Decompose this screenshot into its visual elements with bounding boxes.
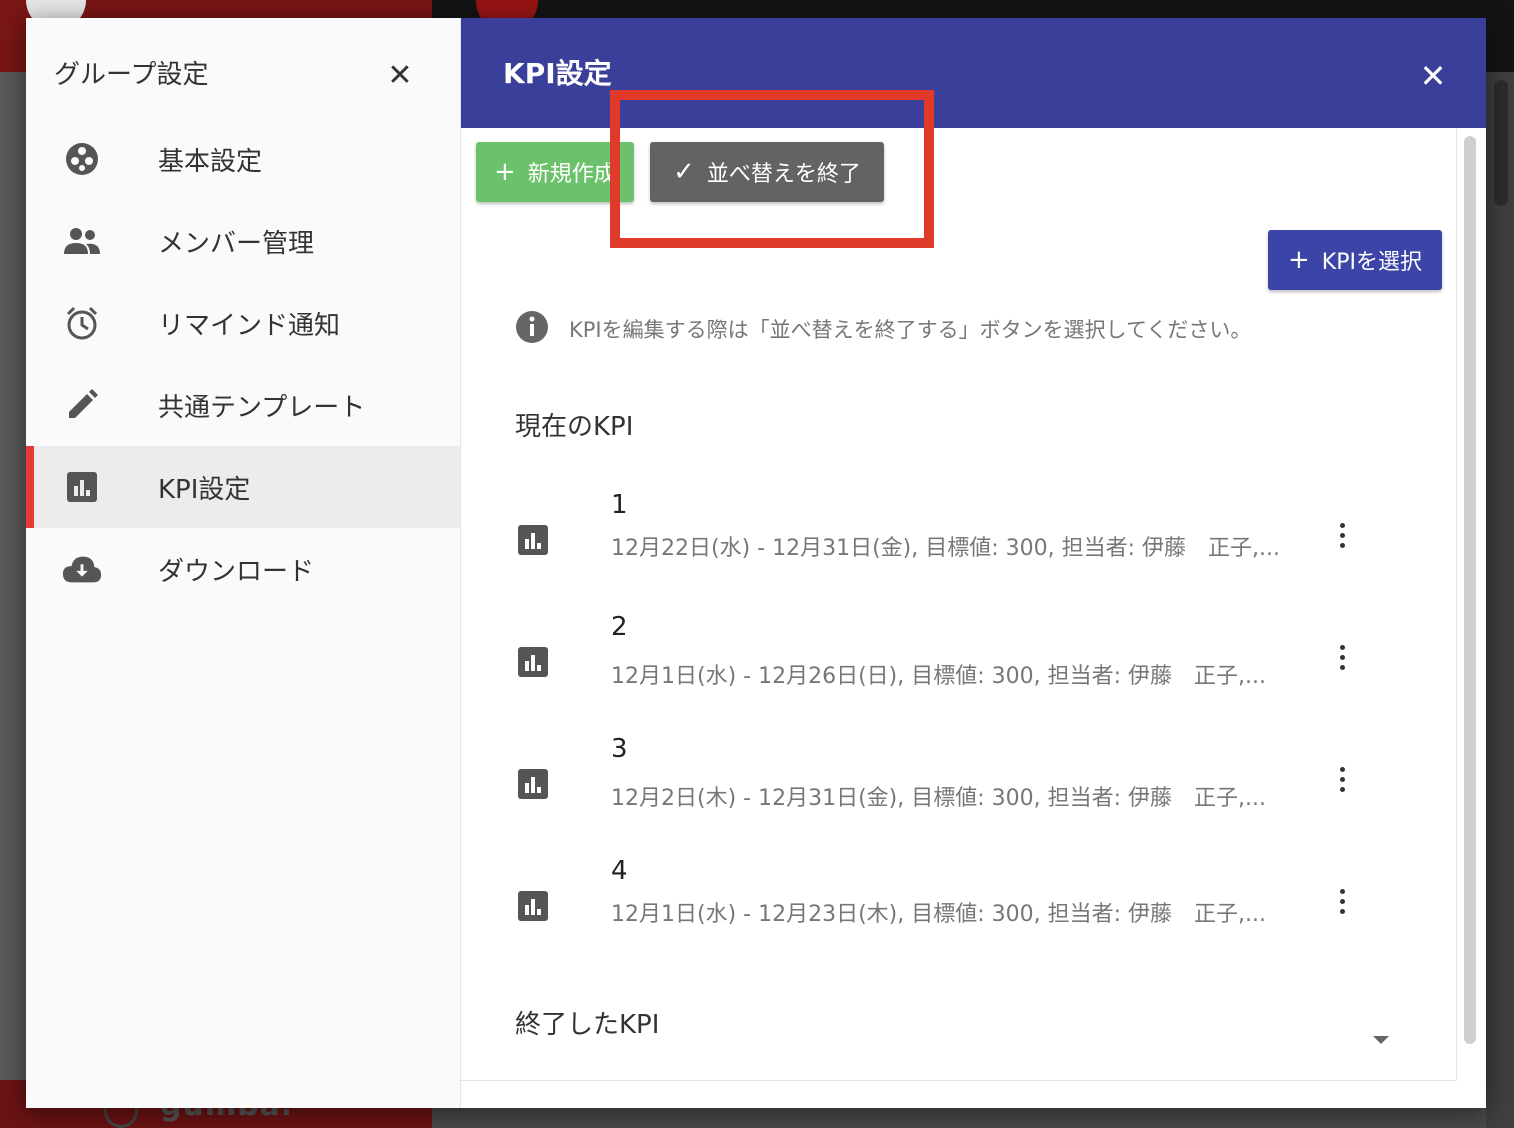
info-icon: [515, 310, 549, 348]
finish-sort-button[interactable]: ✓ 並べ替えを終了: [650, 142, 884, 202]
bar-chart-icon: [517, 768, 551, 802]
more-vert-icon[interactable]: [1327, 876, 1357, 926]
kpi-list-item[interactable]: 2 12月1日(水) - 12月26日(日), 目標値: 300, 担当者: 伊…: [515, 612, 1355, 722]
content-scrollbar[interactable]: [1464, 136, 1476, 1044]
kpi-name: 1: [611, 490, 628, 520]
page-title: KPI設定: [503, 57, 612, 90]
kpi-list-item[interactable]: 4 12月1日(水) - 12月23日(木), 目標値: 300, 担当者: 伊…: [515, 856, 1355, 966]
new-kpi-button[interactable]: + 新規作成: [476, 142, 634, 202]
alarm-clock-icon: [62, 303, 102, 343]
sidebar-item-remind-notification[interactable]: リマインド通知: [26, 282, 460, 364]
pencil-icon: [62, 385, 102, 425]
kpi-detail: 12月1日(水) - 12月23日(木), 目標値: 300, 担当者: 伊藤 …: [611, 902, 1266, 927]
sidebar-item-label: 共通テンプレート: [158, 392, 366, 423]
info-text: KPIを編集する際は「並べ替えを終了する」ボタンを選択してください。: [569, 318, 1252, 342]
dialog-close-button[interactable]: ✕: [1411, 54, 1455, 98]
bar-chart-icon: [62, 467, 102, 507]
sidebar-item-member-management[interactable]: メンバー管理: [26, 200, 460, 282]
kpi-detail: 12月22日(水) - 12月31日(金), 目標値: 300, 担当者: 伊藤…: [611, 536, 1280, 561]
kpi-name: 3: [611, 734, 628, 764]
sidebar-title: グループ設定: [54, 60, 209, 90]
kpi-list-item[interactable]: 3 12月2日(木) - 12月31日(金), 目標値: 300, 担当者: 伊…: [515, 734, 1355, 844]
group-settings-dialog: グループ設定 ✕ 基本設定 メンバー管理 リマインド通知 共通テンプレート KP…: [26, 18, 1486, 1108]
people-icon: [62, 221, 102, 261]
background-overlay-right: [1486, 72, 1514, 1128]
background-overlay-left: [0, 72, 26, 1080]
sidebar-item-kpi-settings[interactable]: KPI設定: [26, 446, 460, 528]
bar-chart-icon: [517, 646, 551, 680]
sidebar-item-label: リマインド通知: [158, 310, 341, 341]
kpi-settings-content: + 新規作成 ✓ 並べ替えを終了 + KPIを選択 KPIを編集する際は「並べ替…: [461, 128, 1456, 1078]
sidebar-item-basic-settings[interactable]: 基本設定: [26, 118, 460, 200]
sidebar-item-label: 基本設定: [158, 146, 263, 177]
kpi-list-item[interactable]: 1 12月22日(水) - 12月31日(金), 目標値: 300, 担当者: …: [515, 490, 1355, 600]
more-vert-icon[interactable]: [1327, 754, 1357, 804]
sidebar-item-common-template[interactable]: 共通テンプレート: [26, 364, 460, 446]
kpi-name: 4: [611, 856, 628, 886]
kpi-settings-header: KPI設定 ✕: [461, 18, 1486, 128]
plus-icon: +: [494, 157, 516, 187]
sidebar-item-label: メンバー管理: [158, 228, 315, 259]
sidebar-item-download[interactable]: ダウンロード: [26, 528, 460, 610]
current-kpi-section-title: 現在のKPI: [515, 412, 634, 442]
select-kpi-button[interactable]: + KPIを選択: [1268, 230, 1442, 290]
background-scrollbar: [1494, 80, 1508, 206]
settings-sidebar: グループ設定 ✕ 基本設定 メンバー管理 リマインド通知 共通テンプレート KP…: [26, 18, 461, 1108]
content-divider: [461, 1080, 1457, 1081]
chevron-down-icon[interactable]: [1369, 1028, 1393, 1052]
bar-chart-icon: [517, 890, 551, 924]
check-icon: ✓: [673, 157, 695, 187]
finish-sort-button-label: 並べ替えを終了: [706, 162, 861, 187]
more-vert-icon[interactable]: [1327, 632, 1357, 682]
sidebar-item-label: ダウンロード: [158, 556, 315, 587]
select-kpi-button-label: KPIを選択: [1321, 250, 1422, 275]
sidebar-item-label: KPI設定: [158, 474, 251, 505]
more-vert-icon[interactable]: [1327, 510, 1357, 560]
bar-chart-icon: [517, 524, 551, 558]
cloud-download-icon: [62, 549, 102, 589]
info-message: KPIを編集する際は「並べ替えを終了する」ボタンを選択してください。: [515, 310, 1251, 348]
ended-kpi-section-title[interactable]: 終了したKPI: [515, 1004, 659, 1041]
settings-cog-icon: [62, 139, 102, 179]
plus-icon: +: [1288, 245, 1310, 275]
kpi-name: 2: [611, 612, 628, 642]
kpi-detail: 12月1日(水) - 12月26日(日), 目標値: 300, 担当者: 伊藤 …: [611, 664, 1266, 689]
content-divider: [1456, 128, 1457, 1080]
new-kpi-button-label: 新規作成: [527, 162, 616, 187]
sidebar-close-button[interactable]: ✕: [382, 58, 418, 94]
kpi-detail: 12月2日(木) - 12月31日(金), 目標値: 300, 担当者: 伊藤 …: [611, 786, 1266, 811]
sidebar-nav: 基本設定 メンバー管理 リマインド通知 共通テンプレート KPI設定 ダウンロー…: [26, 118, 460, 610]
